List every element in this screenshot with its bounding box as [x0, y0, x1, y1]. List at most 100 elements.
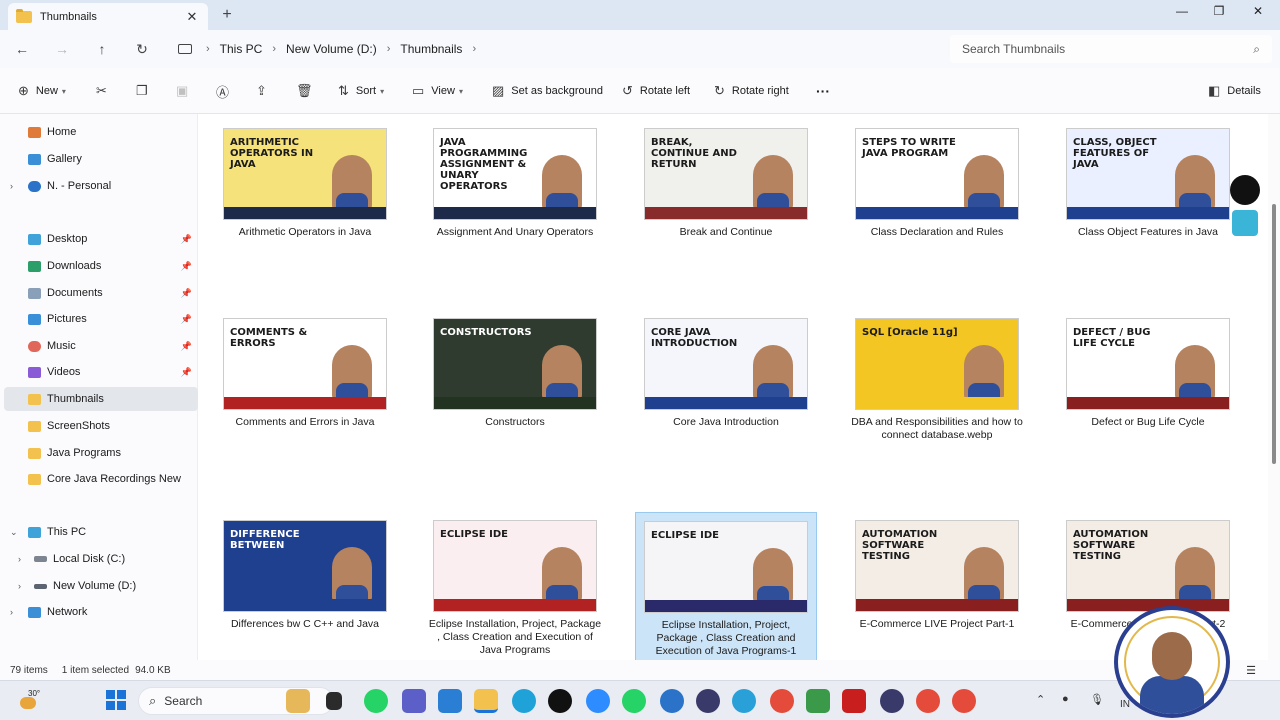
thumbnail-title: ECLIPSE IDE: [651, 530, 719, 541]
minimize-button[interactable]: —: [1170, 4, 1194, 18]
edge-icon[interactable]: [512, 689, 536, 713]
eclipse-icon[interactable]: [696, 689, 720, 713]
rotate-left-button[interactable]: ↺ Rotate left: [622, 82, 690, 100]
microphone-icon[interactable]: 🎙: [1090, 693, 1104, 706]
breadcrumb-this-pc[interactable]: This PC: [220, 42, 263, 56]
cut-button[interactable]: ✂: [96, 82, 114, 100]
rename-button[interactable]: Ⓐ: [216, 82, 236, 100]
file-item[interactable]: CORE JAVA INTRODUCTION Core Java Introduc…: [635, 318, 817, 429]
file-item[interactable]: DIFFERENCE BETWEEN Differences bw C C++ a…: [214, 520, 396, 631]
details-view-icon[interactable]: ☰: [1246, 664, 1256, 677]
copy-button[interactable]: ❐: [136, 82, 155, 100]
excel-icon[interactable]: [806, 689, 830, 713]
file-item[interactable]: ECLIPSE IDE Eclipse Installation, Project…: [424, 520, 606, 657]
sidebar-item-home[interactable]: Home: [4, 120, 198, 144]
pdf-reader-icon[interactable]: [842, 689, 866, 713]
sidebar-item-network[interactable]: › Network: [4, 600, 198, 624]
sidebar-item-local-disk[interactable]: › Local Disk (C:): [4, 547, 198, 571]
back-button[interactable]: ←: [12, 39, 32, 59]
chevron-down-icon[interactable]: ⌄: [10, 527, 18, 538]
close-tab-icon[interactable]: ✕: [184, 9, 200, 25]
details-button[interactable]: ◧ Details: [1208, 82, 1261, 100]
sidebar-item-java-programs[interactable]: Java Programs: [4, 441, 198, 465]
task-view-icon[interactable]: [326, 692, 342, 710]
file-item[interactable]: DEFECT / BUG LIFE CYCLE Defect or Bug Lif…: [1057, 318, 1239, 429]
more-options-button[interactable]: ···: [816, 82, 830, 100]
file-item[interactable]: ECLIPSE IDE Eclipse Installation, Project…: [635, 512, 817, 660]
new-tab-button[interactable]: +: [218, 6, 236, 24]
sidebar-item-screenshots[interactable]: ScreenShots: [4, 414, 198, 438]
sidebar-item-music[interactable]: Music 📌: [4, 334, 198, 358]
chrome-profile-icon[interactable]: [660, 689, 684, 713]
delete-button[interactable]: 🗑: [296, 82, 320, 100]
sidebar-item-pictures[interactable]: Pictures 📌: [4, 307, 198, 331]
tray-app-icon[interactable]: ●: [1062, 693, 1069, 705]
widgets-icon[interactable]: [286, 689, 310, 713]
file-item[interactable]: BREAK, CONTINUE AND RETURN Break and Cont…: [635, 128, 817, 239]
chevron-right-icon[interactable]: ›: [10, 181, 13, 191]
sidebar-item-gallery[interactable]: Gallery: [4, 147, 198, 171]
teams-icon[interactable]: [402, 689, 426, 713]
breadcrumb-separator[interactable]: ›: [472, 43, 476, 55]
zoom-icon[interactable]: [586, 689, 610, 713]
sort-button[interactable]: ⇅ Sort ▾: [338, 82, 384, 100]
weather-widget[interactable]: 30°: [16, 687, 42, 713]
sidebar-item-desktop[interactable]: Desktop 📌: [4, 227, 198, 251]
file-item[interactable]: AUTOMATION SOFTWARE TESTING E-Commerce LI…: [846, 520, 1028, 631]
chevron-right-icon[interactable]: ›: [18, 581, 21, 591]
sidebar-item-core-java-recordings[interactable]: Core Java Recordings New: [4, 467, 198, 491]
presenter-photo: [542, 547, 582, 611]
breadcrumb-new-volume[interactable]: New Volume (D:): [286, 42, 377, 56]
sidebar-item-videos[interactable]: Videos 📌: [4, 360, 198, 384]
sidebar-item-this-pc[interactable]: ⌄ This PC: [4, 520, 198, 544]
maximize-button[interactable]: ❐: [1207, 4, 1231, 18]
file-item[interactable]: CONSTRUCTORS Constructors: [424, 318, 606, 429]
sidebar-item-personal[interactable]: › N. - Personal: [4, 174, 198, 198]
sidebar-item-downloads[interactable]: Downloads 📌: [4, 254, 198, 278]
desktop-icon: [28, 233, 41, 245]
chrome-icon[interactable]: [770, 689, 794, 713]
sidebar-item-thumbnails[interactable]: Thumbnails: [4, 387, 198, 411]
paste-button[interactable]: ▣: [176, 82, 195, 100]
share-button[interactable]: ⇪: [256, 82, 274, 100]
language-indicator[interactable]: IN: [1120, 699, 1130, 710]
chevron-right-icon[interactable]: ›: [10, 607, 13, 617]
breadcrumb-thumbnails[interactable]: Thumbnails: [400, 42, 462, 56]
file-item[interactable]: CLASS, OBJECT FEATURES OF JAVA Class Obje…: [1057, 128, 1239, 239]
chevron-right-icon[interactable]: ›: [18, 554, 21, 564]
tray-chevron-up-icon[interactable]: ⌃: [1036, 693, 1045, 706]
sidebar-item-documents[interactable]: Documents 📌: [4, 281, 198, 305]
set-background-button[interactable]: ▨ Set as background: [492, 82, 603, 100]
file-item[interactable]: STEPS TO WRITE JAVA PROGRAM Class Declara…: [846, 128, 1028, 239]
pin-icon: 📌: [180, 233, 192, 244]
file-item[interactable]: COMMENTS & ERRORS Comments and Errors in …: [214, 318, 396, 429]
new-button[interactable]: ⊕ New ▾: [18, 82, 66, 100]
close-window-button[interactable]: ✕: [1246, 4, 1270, 18]
eclipse-2-icon[interactable]: [880, 689, 904, 713]
whatsapp-web-icon[interactable]: [622, 689, 646, 713]
address-bar[interactable]: › This PC › New Volume (D:) › Thumbnails…: [168, 35, 944, 63]
app-overlay-icon[interactable]: [1232, 210, 1258, 236]
sidebar-item-new-volume[interactable]: › New Volume (D:): [4, 574, 198, 598]
location-pin-icon[interactable]: [1230, 175, 1260, 205]
forward-button[interactable]: →: [52, 39, 72, 59]
scrollbar-thumb[interactable]: [1272, 204, 1276, 464]
search-input[interactable]: Search Thumbnails ⌕: [950, 35, 1272, 63]
view-button[interactable]: ▭ View ▾: [412, 82, 463, 100]
telegram-icon[interactable]: [732, 689, 756, 713]
tab-thumbnails[interactable]: Thumbnails ✕: [8, 3, 208, 30]
refresh-button[interactable]: ↻: [132, 39, 152, 59]
vertical-scrollbar[interactable]: [1268, 114, 1280, 660]
file-item[interactable]: SQL [Oracle 11g] DBA and Responsibilities…: [846, 318, 1028, 442]
start-button[interactable]: [106, 690, 126, 710]
file-item[interactable]: ARITHMETIC OPERATORS IN JAVA Arithmetic O…: [214, 128, 396, 239]
file-explorer-icon[interactable]: [474, 689, 498, 713]
rotate-right-button[interactable]: ↻ Rotate right: [714, 82, 789, 100]
vscode-icon[interactable]: [438, 689, 462, 713]
chrome-2-icon[interactable]: [916, 689, 940, 713]
file-item[interactable]: JAVA PROGRAMMING ASSIGNMENT & UNARY OPER…: [424, 128, 606, 239]
up-button[interactable]: ↑: [92, 39, 112, 59]
location-app-icon[interactable]: [548, 689, 572, 713]
chrome-3-icon[interactable]: [952, 689, 976, 713]
whatsapp-icon[interactable]: [364, 689, 388, 713]
